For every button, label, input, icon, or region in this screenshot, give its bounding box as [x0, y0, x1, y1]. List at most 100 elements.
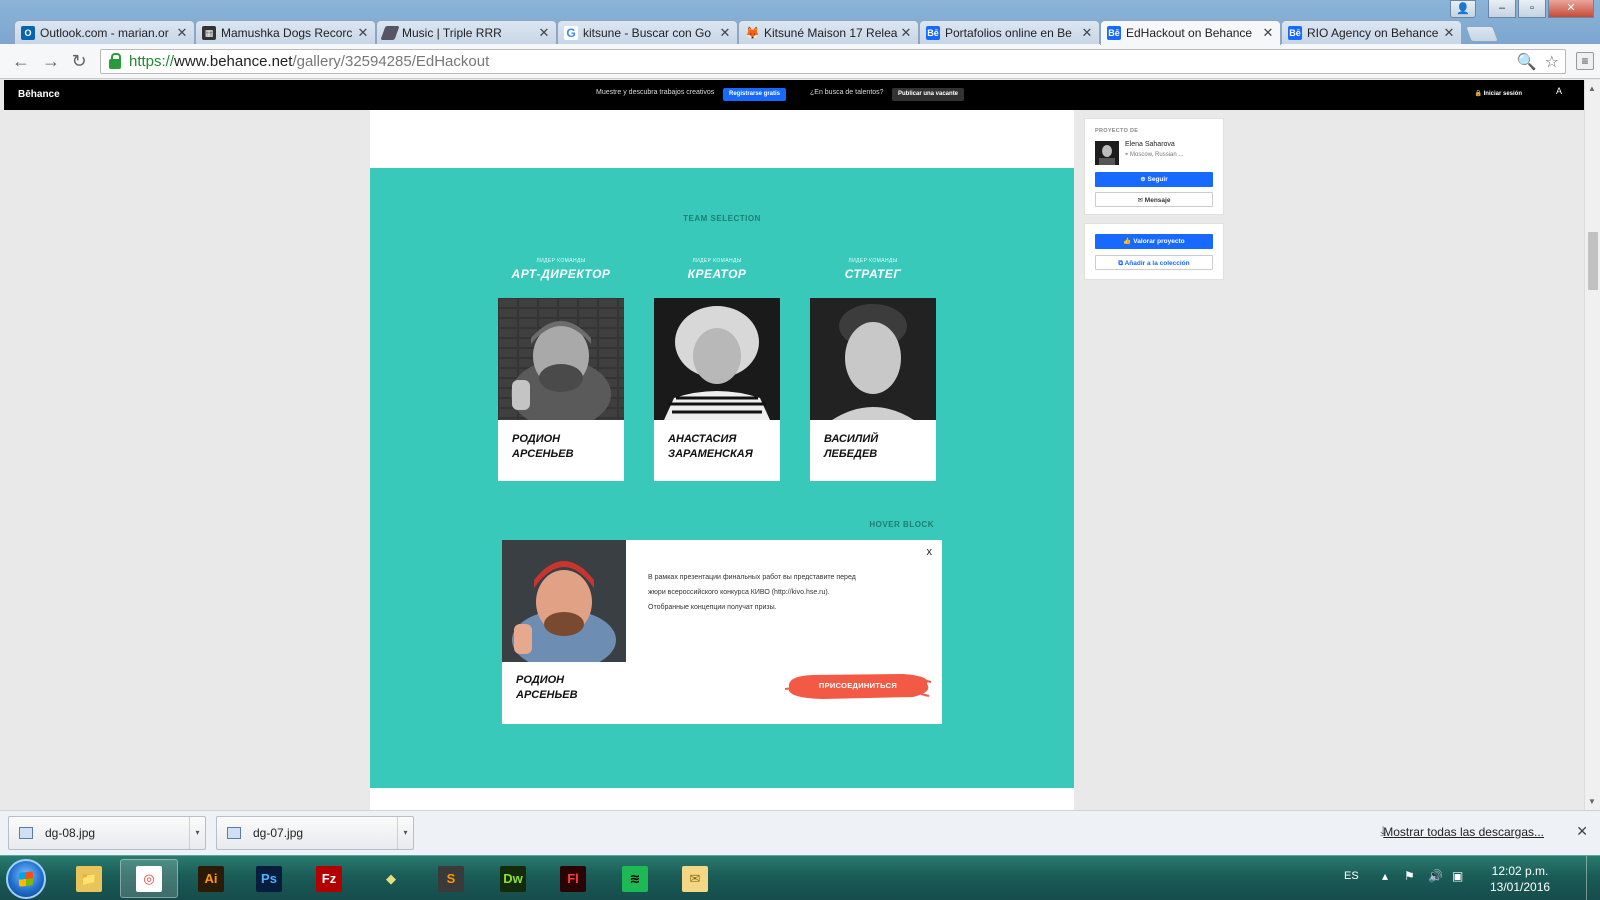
language-indicator[interactable]: ES — [1344, 870, 1359, 882]
tab-rio-agency[interactable]: Bē RIO Agency on Behance ✕ — [1281, 20, 1462, 44]
description-line: В рамках презентации финальных работ вы … — [648, 574, 856, 581]
project-teal-module: TEAM SELECTION ЛИДЕР КОМАНДЫ АРТ-ДИРЕКТО… — [370, 168, 1074, 788]
show-all-downloads-link[interactable]: Mostrar todas las descargas... — [1383, 825, 1544, 839]
maximize-button[interactable]: ▫ — [1518, 0, 1546, 18]
volume-icon[interactable]: 🔊 — [1428, 869, 1443, 883]
action-center-flag-icon[interactable]: ⚑ — [1404, 869, 1415, 883]
system-tray: ES ▴ ⚑ 🔊 ▣ 12:02 p.m. 13/01/2016 — [1330, 856, 1600, 900]
profile-button[interactable]: 👤 — [1450, 0, 1476, 18]
taskbar-app-spotify[interactable]: ≋ — [606, 859, 664, 898]
close-tab-icon[interactable]: ✕ — [1443, 25, 1455, 41]
close-tab-icon[interactable]: ✕ — [719, 25, 731, 41]
reload-icon[interactable]: ↻ — [68, 50, 90, 72]
browser-tab-strip: 👤 – ▫ ✕ O Outlook.com - marian.or ✕ ▦ Ma… — [0, 0, 1600, 45]
page-content: TEAM SELECTION ЛИДЕР КОМАНДЫ АРТ-ДИРЕКТО… — [4, 110, 1584, 810]
login-link[interactable]: 🔒 Iniciar sesión — [1475, 90, 1523, 97]
owner-name[interactable]: Elena Saharova — [1125, 141, 1175, 148]
new-tab-button[interactable] — [1465, 26, 1499, 42]
scroll-thumb[interactable] — [1588, 232, 1598, 290]
page-scrollbar[interactable]: ▲ ▼ — [1584, 80, 1600, 810]
post-job-button[interactable]: Publicar una vacante — [892, 88, 965, 101]
scroll-down-icon[interactable]: ▼ — [1588, 797, 1596, 806]
start-button[interactable] — [6, 859, 46, 899]
collection-label: Añadir a la colección — [1124, 260, 1190, 267]
show-desktop-button[interactable] — [1586, 856, 1600, 900]
scroll-up-icon[interactable]: ▲ — [1588, 84, 1596, 93]
url-path: /gallery/32594285/EdHackout — [292, 53, 490, 70]
name-box: РОДИОН АРСЕНЬЕВ — [498, 420, 624, 481]
close-tab-icon[interactable]: ✕ — [1262, 25, 1274, 41]
taskbar-app-sublime[interactable]: S — [422, 859, 480, 898]
search-icon[interactable]: 🔍 — [1517, 52, 1537, 72]
team-role: КРЕАТОР — [687, 267, 747, 281]
taskbar-app-photoshop[interactable]: Ps — [240, 859, 298, 898]
taskbar-app-chrome[interactable]: ◎ — [120, 859, 178, 898]
last-name: ЗАРАМЕНСКАЯ — [668, 448, 753, 460]
tray-expand-icon[interactable]: ▴ — [1382, 869, 1388, 883]
chrome-menu-icon[interactable]: ≡ — [1576, 52, 1594, 70]
flash-icon: Fl — [560, 865, 586, 892]
team-card[interactable]: ЛИДЕР КОМАНДЫ СТРАТЕГ ВАСИЛИЙ ЛЕБЕДЕВ — [810, 258, 936, 481]
tab-music[interactable]: Music | Triple RRR ✕ — [376, 20, 557, 44]
taskbar-app-illustrator[interactable]: Ai — [182, 859, 240, 898]
clock[interactable]: 12:02 p.m. 13/01/2016 — [1490, 863, 1550, 895]
team-card[interactable]: ЛИДЕР КОМАНДЫ КРЕАТОР АНАСТАСИЯ ЗАРАМЕНС… — [654, 258, 780, 481]
taskbar-app-dreamweaver[interactable]: Dw — [484, 859, 542, 898]
download-item[interactable]: dg-08.jpg ▾ — [8, 816, 206, 850]
close-tab-icon[interactable]: ✕ — [1081, 25, 1093, 41]
close-tab-icon[interactable]: ✕ — [900, 25, 912, 41]
appreciate-button[interactable]: 👍 Valorar proyecto — [1095, 234, 1213, 249]
tab-title: RIO Agency on Behance — [1307, 25, 1439, 40]
downloads-bar: dg-08.jpg ▾ dg-07.jpg ▾ ⤓ Mostrar todas … — [0, 810, 1600, 855]
close-window-button[interactable]: ✕ — [1548, 0, 1594, 18]
taskbar-app-sketchup[interactable]: ◆ — [362, 859, 420, 898]
portrait-rodion-color — [502, 540, 626, 662]
close-icon[interactable]: ✕ — [1576, 823, 1588, 840]
close-tab-icon[interactable]: ✕ — [538, 25, 550, 41]
portrait-photo — [502, 540, 626, 662]
last-name: АРСЕНЬЕВ — [512, 448, 574, 460]
owner-location: ⌖ Moscow, Russian ... — [1125, 152, 1184, 158]
forward-arrow-icon[interactable]: → — [40, 50, 62, 72]
team-card[interactable]: ЛИДЕР КОМАНДЫ АРТ-ДИРЕКТОР РОДИОН АРСЕНЬ… — [498, 258, 624, 481]
tab-portafolios[interactable]: Bē Portafolios online en Be ✕ — [919, 20, 1100, 44]
behance-icon: Bē — [926, 25, 940, 40]
minimize-button[interactable]: – — [1488, 0, 1516, 18]
sketchup-icon: ◆ — [386, 870, 396, 886]
follow-button[interactable]: ⊕ Seguir — [1095, 172, 1213, 187]
last-name: АРСЕНЬЕВ — [516, 689, 578, 701]
adobe-logo[interactable]: A — [1556, 86, 1562, 96]
tab-kitsune[interactable]: 🦊 Kitsuné Maison 17 Relea ✕ — [738, 20, 919, 44]
browser-toolbar: ← → ↻ https:// www.behance.net /gallery/… — [0, 44, 1600, 79]
taskbar-app-mail[interactable]: ✉ — [666, 859, 724, 898]
tab-outlook[interactable]: O Outlook.com - marian.or ✕ — [14, 20, 195, 44]
network-icon[interactable]: ▣ — [1452, 869, 1463, 883]
join-button[interactable]: ПРИСОЕДИНИТЬСЯ — [783, 670, 933, 702]
lock-icon — [109, 52, 121, 69]
outlook-icon: O — [21, 25, 35, 40]
taskbar-app-explorer[interactable]: 📁 — [60, 859, 118, 898]
tab-mamushka[interactable]: ▦ Mamushka Dogs Recorc ✕ — [195, 20, 376, 44]
tab-edhackout[interactable]: Bē EdHackout on Behance ✕ — [1100, 20, 1281, 45]
behance-logo[interactable]: Bēhance — [18, 89, 60, 100]
project-module-bottom — [370, 788, 1074, 810]
project-module-top — [370, 110, 1074, 168]
back-arrow-icon[interactable]: ← — [10, 50, 32, 72]
chevron-down-icon[interactable]: ▾ — [189, 817, 205, 849]
taskbar-app-filezilla[interactable]: Fz — [300, 859, 358, 898]
close-tab-icon[interactable]: ✕ — [357, 25, 369, 41]
chevron-down-icon[interactable]: ▾ — [397, 817, 413, 849]
avatar[interactable] — [1095, 141, 1119, 165]
message-label: Mensaje — [1144, 197, 1171, 204]
bookmark-star-icon[interactable]: ☆ — [1545, 52, 1559, 72]
add-to-collection-button[interactable]: ⧉ Añadir a la colección — [1095, 255, 1213, 270]
tab-title: Mamushka Dogs Recorc — [221, 25, 353, 40]
close-icon[interactable]: x — [927, 546, 933, 558]
message-button[interactable]: ✉ Mensaje — [1095, 192, 1213, 207]
tab-google[interactable]: G kitsune - Buscar con Go ✕ — [557, 20, 738, 44]
taskbar-app-flash[interactable]: Fl — [544, 859, 602, 898]
close-tab-icon[interactable]: ✕ — [176, 25, 188, 41]
address-bar[interactable]: https:// www.behance.net /gallery/325942… — [100, 49, 1566, 74]
signup-button[interactable]: Registrarse gratis — [723, 88, 787, 101]
download-item[interactable]: dg-07.jpg ▾ — [216, 816, 414, 850]
